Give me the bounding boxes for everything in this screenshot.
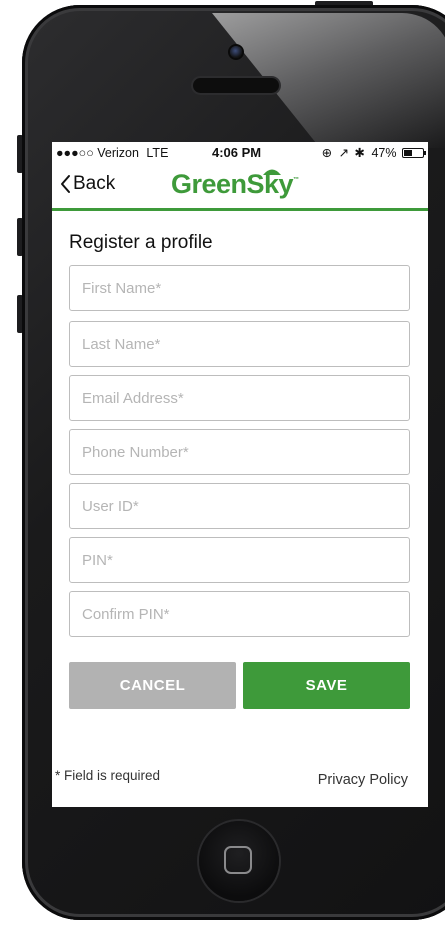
stage: ●●●○○ Verizon LTE 4:06 PM ⊕ ↗ ✱ 47% Back… xyxy=(0,0,445,927)
bluetooth-icon: ✱ xyxy=(354,146,365,160)
cancel-button[interactable]: CANCEL xyxy=(69,662,236,709)
battery-level xyxy=(404,150,412,156)
save-button[interactable]: SAVE xyxy=(243,662,410,709)
location-arrow-icon: ↗ xyxy=(338,146,350,160)
umbrella-icon xyxy=(263,169,281,175)
email-field[interactable] xyxy=(69,375,410,421)
status-bar: ●●●○○ Verizon LTE 4:06 PM ⊕ ↗ ✱ 47% xyxy=(52,142,428,164)
last-name-field[interactable] xyxy=(69,321,410,367)
nav-bar: Back GreenSky™ xyxy=(52,164,428,211)
back-label: Back xyxy=(73,173,116,194)
back-button[interactable]: Back xyxy=(60,173,115,195)
first-name-field[interactable] xyxy=(69,265,410,311)
pin-field[interactable] xyxy=(69,537,410,583)
carrier-signal: ●●●○○ Verizon xyxy=(56,146,139,160)
home-square-icon xyxy=(224,846,252,874)
front-camera xyxy=(230,46,242,58)
confirm-pin-field[interactable] xyxy=(69,591,410,637)
phone-number-field[interactable] xyxy=(69,429,410,475)
logo-trademark: ™ xyxy=(293,177,299,183)
required-field-note: * Field is required xyxy=(55,768,161,783)
battery-icon xyxy=(402,148,426,158)
page-title: Register a profile xyxy=(69,232,213,253)
chevron-left-icon xyxy=(61,175,70,193)
network-type: LTE xyxy=(146,146,169,160)
orientation-lock-icon: ⊕ xyxy=(321,146,333,160)
privacy-policy-link[interactable]: Privacy Policy xyxy=(318,772,408,788)
earpiece-speaker xyxy=(193,78,279,93)
user-id-field[interactable] xyxy=(69,483,410,529)
clock: 4:06 PM xyxy=(212,145,262,160)
battery-percent: 47% xyxy=(371,146,397,160)
app-screen: ●●●○○ Verizon LTE 4:06 PM ⊕ ↗ ✱ 47% Back… xyxy=(52,142,428,807)
